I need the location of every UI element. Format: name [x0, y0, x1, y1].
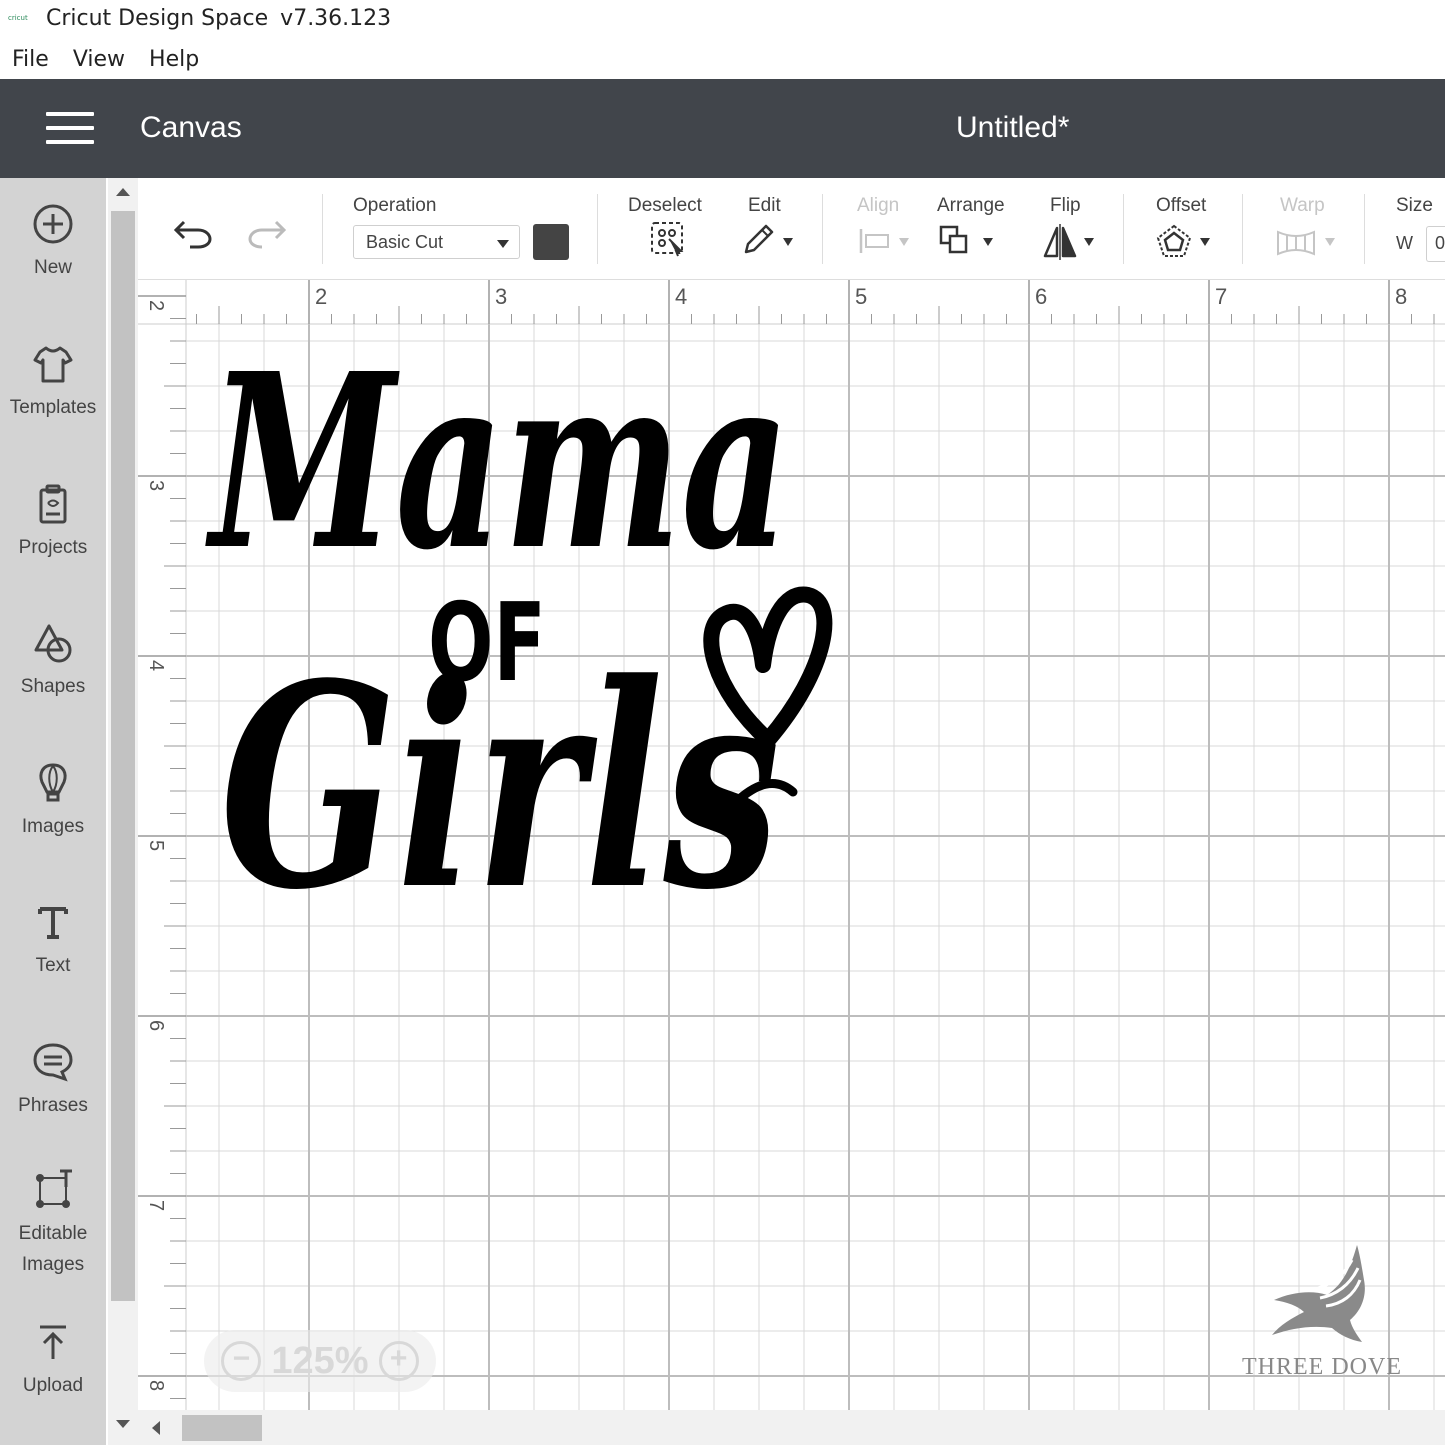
sidebar-label-text: Text [35, 955, 71, 976]
header-section-title: Canvas [140, 111, 242, 144]
sidebar-item-phrases[interactable]: Phrases [0, 1040, 106, 1121]
title-bar: cricut Cricut Design Space v7.36.123 [0, 0, 1445, 36]
app-logo-icon: cricut [8, 14, 28, 22]
speech-bubble-icon [31, 1040, 75, 1084]
deselect-icon[interactable] [649, 220, 687, 263]
left-sidebar: New Templates Projects Shapes Images Tex… [0, 178, 106, 1445]
clipboard-icon [31, 482, 75, 526]
toolbar-separator [822, 194, 823, 264]
plus-circle-icon [31, 202, 75, 246]
edit-toolbar: Operation Basic Cut Deselect Edit Align … [138, 178, 1445, 280]
sidebar-item-shapes[interactable]: Shapes [0, 621, 106, 702]
toolbar-separator [1123, 194, 1124, 264]
mama-text[interactable]: Mama [205, 321, 790, 603]
sidebar-item-images[interactable]: Images [0, 761, 106, 842]
menu-file[interactable]: File [12, 47, 49, 72]
sidebar-label-editable-line1: Editable [18, 1223, 88, 1244]
pencil-icon[interactable] [740, 220, 778, 263]
dove-logo-icon [1272, 1245, 1365, 1342]
menu-bar: File View Help [0, 40, 1445, 78]
toolbar-separator [597, 194, 598, 264]
align-label: Align [857, 195, 900, 216]
upload-icon [31, 1320, 75, 1364]
sidebar-item-new[interactable]: New [0, 202, 106, 283]
offset-chevron-down-icon[interactable] [1200, 238, 1210, 246]
sidebar-label-shapes: Shapes [20, 676, 86, 697]
shapes-icon [31, 621, 75, 665]
size-width-label: W [1396, 233, 1413, 253]
zoom-out-button[interactable]: − [221, 1341, 262, 1381]
sidebar-label-editable-line2: Images [21, 1254, 85, 1275]
zoom-in-button[interactable]: + [378, 1341, 419, 1381]
sidebar-item-projects[interactable]: Projects [0, 482, 106, 563]
zoom-level: 125% [271, 1339, 369, 1382]
sidebar-label-new: New [33, 257, 72, 278]
size-width-value: 0 [1435, 233, 1445, 253]
sidebar-item-templates[interactable]: Templates [0, 342, 106, 423]
edit-chevron-down-icon[interactable] [783, 238, 793, 246]
toolbar-separator [1364, 194, 1365, 264]
sidebar-item-editable-images[interactable]: Editable Images [0, 1168, 106, 1280]
sidebar-label-editable-images: Editable Images [0, 1218, 106, 1280]
text-icon [31, 900, 75, 944]
watermark: THREE DOVE [1232, 1240, 1412, 1390]
flip-label: Flip [1050, 195, 1081, 216]
chevron-down-icon [497, 240, 509, 248]
align-chevron-down-icon [899, 238, 909, 246]
arrange-label: Arrange [937, 195, 1005, 216]
operation-color-swatch[interactable] [533, 224, 569, 260]
app-title: Cricut Design Space [46, 5, 269, 31]
toolbar-separator [1242, 194, 1243, 264]
scroll-left-icon[interactable] [152, 1421, 160, 1435]
size-width-input[interactable]: 0 [1426, 226, 1445, 262]
warp-icon [1276, 228, 1316, 263]
align-icon [858, 226, 892, 261]
canvas-horizontal-scrollbar[interactable] [138, 1410, 1445, 1445]
mama-word: Mama [205, 321, 790, 603]
operation-select[interactable]: Basic Cut [353, 225, 520, 259]
sidebar-item-text[interactable]: Text [0, 900, 106, 981]
girls-word: Girls [220, 623, 780, 952]
sidebar-label-upload: Upload [22, 1375, 84, 1396]
hamburger-menu-icon[interactable] [46, 112, 94, 146]
app-version: v7.36.123 [280, 5, 392, 31]
scroll-down-icon[interactable] [116, 1420, 130, 1428]
scroll-up-icon[interactable] [116, 188, 130, 196]
app-header: Canvas Untitled* [0, 79, 1445, 178]
sidebar-label-projects: Projects [18, 537, 88, 558]
horizontal-scrollbar-thumb[interactable] [182, 1415, 262, 1441]
operation-value: Basic Cut [366, 232, 444, 252]
arrange-icon[interactable] [938, 224, 972, 263]
sidebar-scrollbar[interactable] [108, 178, 138, 1445]
offset-label: Offset [1156, 195, 1207, 216]
toolbar-separator [322, 194, 323, 264]
menu-view[interactable]: View [73, 47, 125, 72]
flip-chevron-down-icon[interactable] [1084, 238, 1094, 246]
edit-label: Edit [748, 195, 781, 216]
flip-icon[interactable] [1042, 224, 1078, 265]
menu-help[interactable]: Help [149, 47, 199, 72]
girls-text[interactable]: Girls [220, 623, 798, 952]
offset-icon[interactable] [1156, 224, 1192, 265]
tshirt-icon [31, 342, 75, 386]
zoom-control: − 125% + [204, 1330, 436, 1392]
arrange-chevron-down-icon[interactable] [983, 238, 993, 246]
sidebar-label-images: Images [21, 816, 85, 837]
watermark-text: THREE DOVE [1242, 1354, 1402, 1380]
sidebar-label-templates: Templates [9, 397, 97, 418]
scrollbar-thumb[interactable] [111, 211, 135, 1301]
project-name[interactable]: Untitled* [956, 111, 1069, 145]
undo-icon[interactable] [172, 214, 214, 255]
warp-chevron-down-icon [1325, 238, 1335, 246]
lightbulb-icon [31, 761, 75, 805]
redo-icon[interactable] [246, 214, 288, 255]
deselect-label: Deselect [628, 195, 702, 216]
sidebar-item-upload[interactable]: Upload [0, 1320, 106, 1401]
operation-label: Operation [353, 195, 437, 216]
editable-images-icon [31, 1168, 75, 1212]
warp-label: Warp [1280, 195, 1325, 216]
sidebar-label-phrases: Phrases [18, 1095, 88, 1116]
size-label: Size [1396, 195, 1433, 216]
